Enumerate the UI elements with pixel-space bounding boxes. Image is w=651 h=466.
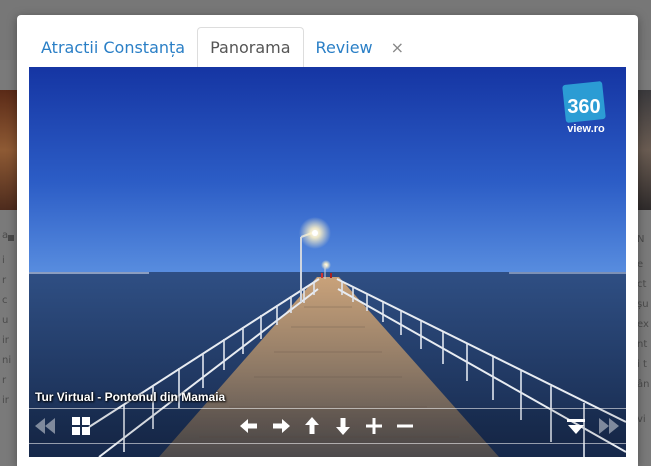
background-right-letter: ex: [637, 319, 649, 330]
background-right-letter: nt: [637, 339, 648, 350]
background-left-letter: r: [2, 275, 7, 286]
tab-panorama[interactable]: Panorama: [197, 27, 304, 68]
tab-review[interactable]: Review: [304, 28, 385, 67]
background-right-letter: șu: [637, 299, 649, 310]
arrow-left-icon: [240, 419, 257, 433]
grid-button[interactable]: [69, 414, 93, 438]
close-button[interactable]: ×: [385, 28, 410, 67]
hide-controls-icon: [567, 419, 585, 434]
arrow-down-icon: [336, 418, 350, 435]
pan-down-button[interactable]: [331, 414, 355, 438]
pan-up-button[interactable]: [300, 414, 324, 438]
viewer-controls: [29, 408, 626, 444]
background-left-letter: ni: [2, 355, 12, 366]
grid-icon: [72, 417, 90, 435]
background-left-letter: a: [2, 230, 9, 241]
arrow-up-icon: [305, 417, 319, 434]
tour-title: Tur Virtual - Pontonul din Mamaia: [35, 390, 226, 404]
tab-atractii-constanta[interactable]: Atractii Constanța: [29, 28, 197, 67]
zoom-out-icon: [397, 424, 413, 428]
modal-tabs: Atractii Constanța Panorama Review ×: [29, 27, 626, 68]
360view-logo[interactable]: 360 view.ro: [560, 81, 612, 137]
background-left-letter: ir: [2, 335, 9, 346]
background-left-letter: ir: [2, 395, 9, 406]
background-left-letters: a i r c u ir ni r ir: [2, 0, 18, 466]
logo-text-360: 360: [567, 96, 600, 118]
background-right-letter: ân: [637, 379, 650, 390]
background-left-letter: i: [2, 255, 5, 266]
panorama-modal: Atractii Constanța Panorama Review × 360…: [17, 15, 638, 466]
zoom-in-button[interactable]: [362, 414, 386, 438]
rewind-left-button[interactable]: [33, 414, 57, 438]
hide-controls-button[interactable]: [564, 414, 588, 438]
background-right-letter: N: [637, 234, 645, 245]
background-right-letter: vi: [637, 414, 646, 425]
pan-right-button[interactable]: [269, 414, 293, 438]
pan-left-button[interactable]: [237, 414, 261, 438]
arrow-right-icon: [273, 419, 290, 433]
rewind-left-icon: [35, 418, 55, 434]
panorama-viewer[interactable]: 360 view.ro Tur Virtual - Pontonul din M…: [29, 67, 626, 457]
logo-text-view: view.ro: [567, 123, 605, 135]
background-left-letter: u: [2, 315, 9, 326]
forward-right-icon: [599, 418, 619, 434]
zoom-in-icon: [366, 418, 382, 434]
forward-right-button[interactable]: [597, 414, 621, 438]
background-left-letter: r: [2, 375, 7, 386]
zoom-out-button[interactable]: [393, 414, 417, 438]
background-right-letter: i t: [637, 359, 647, 370]
background-right-letter: ct: [637, 279, 647, 290]
background-left-letter: c: [2, 295, 8, 306]
